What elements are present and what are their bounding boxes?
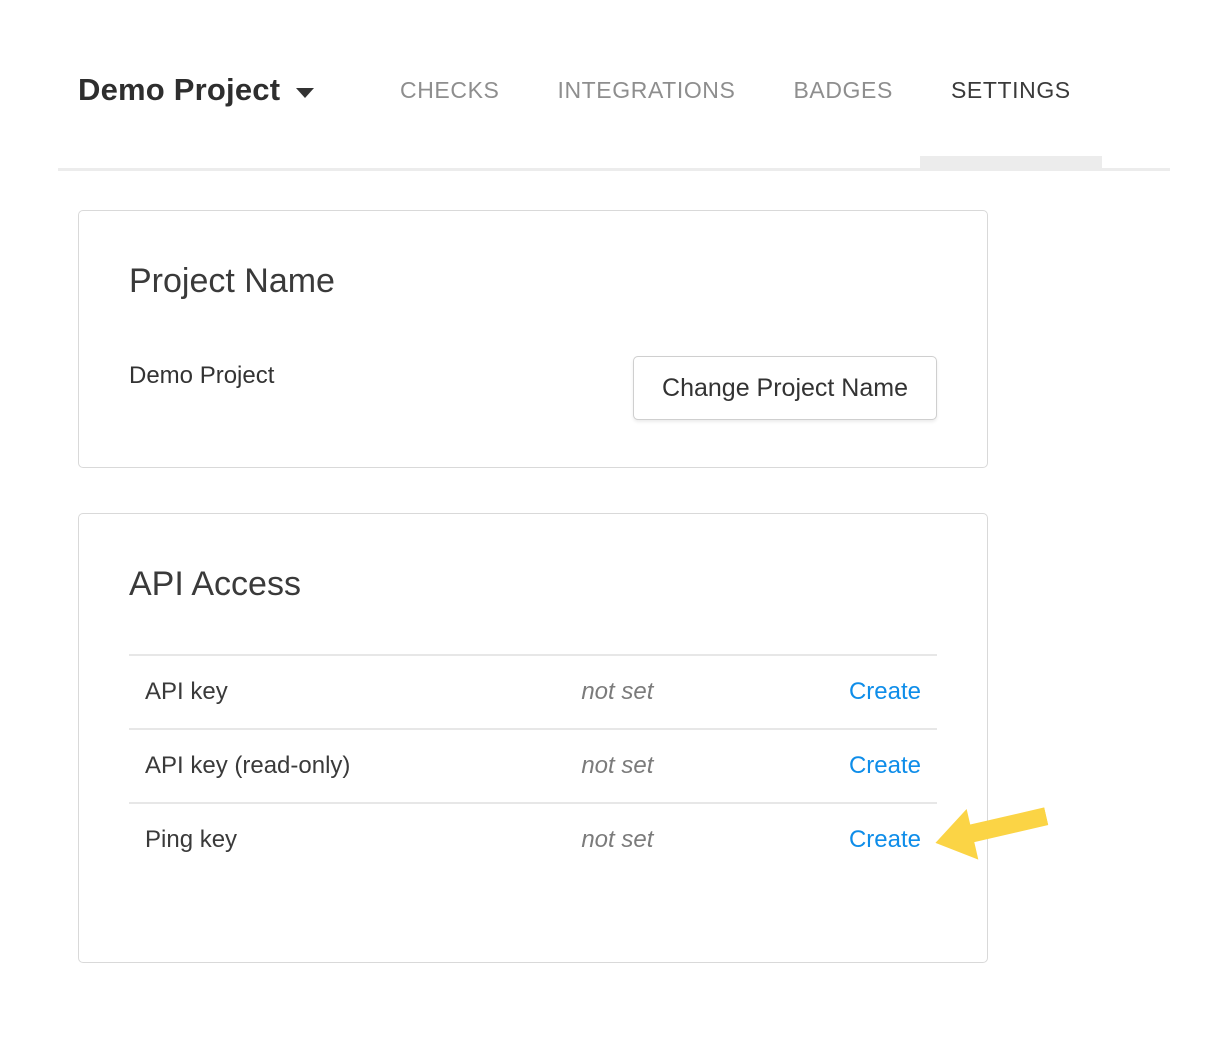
- project-switcher-dropdown[interactable]: Demo Project: [78, 72, 342, 108]
- nav-tab-label: BADGES: [793, 77, 892, 103]
- api-keys-table: API key not set Create API key (read-onl…: [129, 654, 937, 876]
- api-card-title: API Access: [129, 564, 937, 604]
- change-project-name-button[interactable]: Change Project Name: [633, 356, 937, 420]
- nav-tab-label: CHECKS: [400, 77, 499, 103]
- api-key-label: Ping key: [129, 803, 565, 876]
- nav-underline: [58, 168, 1170, 171]
- create-key-link[interactable]: Create: [849, 826, 921, 853]
- api-key-value: not set: [565, 655, 775, 729]
- api-access-card: API Access API key not set Create API ke…: [78, 513, 988, 963]
- caret-down-icon: [296, 88, 314, 98]
- project-name-card: Project Name Demo Project Change Project…: [78, 210, 988, 468]
- api-key-label: API key (read-only): [129, 729, 565, 803]
- current-project-name: Demo Project: [129, 362, 274, 390]
- api-key-value: not set: [565, 803, 775, 876]
- api-key-label: API key: [129, 655, 565, 729]
- table-row: API key not set Create: [129, 655, 937, 729]
- nav-tab[interactable]: BADGES: [793, 75, 892, 105]
- create-key-link[interactable]: Create: [849, 752, 921, 779]
- table-row: API key (read-only) not set Create: [129, 729, 937, 803]
- api-key-value: not set: [565, 729, 775, 803]
- settings-page-content: Project Name Demo Project Change Project…: [78, 210, 988, 963]
- project-card-title: Project Name: [129, 261, 937, 301]
- nav-tab[interactable]: SETTINGS: [951, 75, 1071, 105]
- nav-tab[interactable]: CHECKS: [400, 75, 499, 105]
- nav-tab[interactable]: INTEGRATIONS: [557, 75, 735, 105]
- top-navigation: Demo Project CHECKS INTEGRATIONS BADGES …: [78, 62, 1170, 118]
- project-name-row: Demo Project Change Project Name: [129, 356, 937, 420]
- table-row: Ping key not set Create: [129, 803, 937, 876]
- nav-tab-label: INTEGRATIONS: [557, 77, 735, 103]
- project-name: Demo Project: [78, 72, 280, 108]
- nav-tab-label: SETTINGS: [951, 77, 1071, 103]
- create-key-link[interactable]: Create: [849, 678, 921, 705]
